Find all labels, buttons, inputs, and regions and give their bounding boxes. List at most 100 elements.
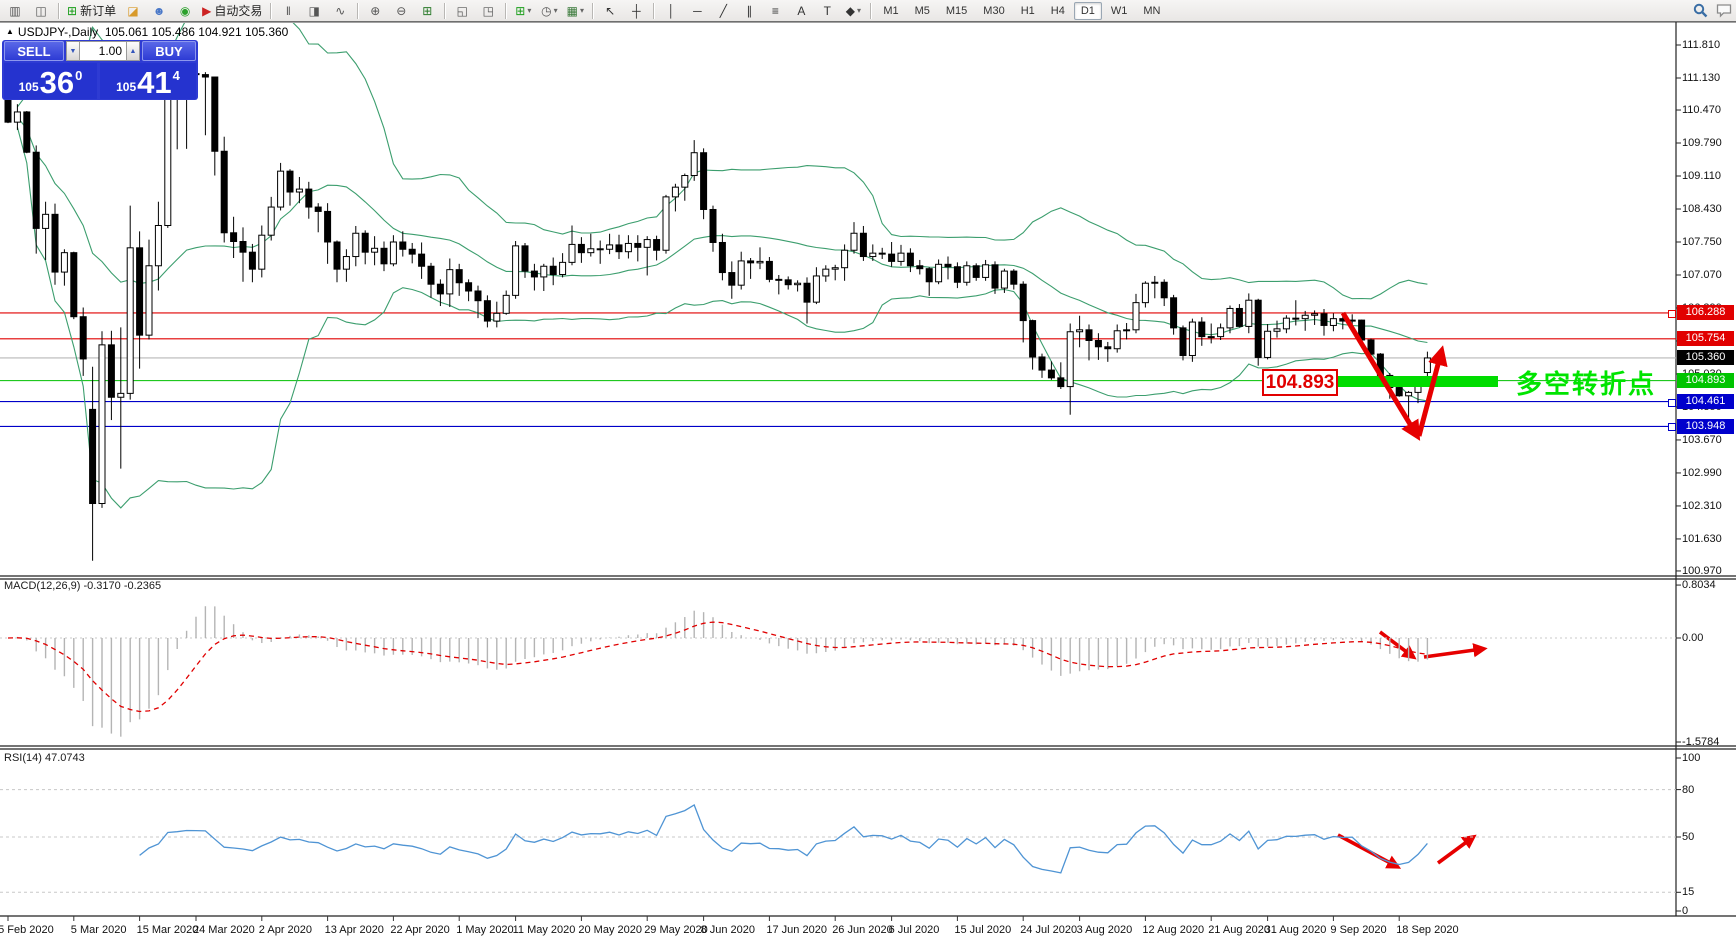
rsi-axis-tick: 80 [1682,784,1694,796]
price-annotation-box[interactable]: 104.893 [1262,369,1338,396]
pivot-zone-label[interactable]: 多空转折点 [1516,364,1656,401]
sell-price-handle: 105 [19,80,39,94]
auto-scroll-icon: ◱ [457,5,468,17]
collapse-arrow-icon[interactable]: ▲ [6,27,14,36]
period-clock-icon[interactable]: ◷▾ [537,1,561,21]
arrows-icon: ◆ [846,5,855,17]
chart-canvas[interactable] [0,0,1736,945]
horizontal-line-icon: ─ [693,5,702,17]
indicators-icon[interactable]: ▦▾ [563,1,587,21]
new-chart-icon[interactable]: ⊞▾ [511,1,535,21]
timeframe-button-m30[interactable]: M30 [976,2,1011,20]
price-line-label: 105.754 [1677,331,1734,346]
crosshair-icon[interactable]: ┼ [624,1,648,21]
zoom-out-icon[interactable]: ⊖ [389,1,413,21]
vertical-line-icon[interactable]: │ [659,1,683,21]
sell-button[interactable]: SELL [4,41,64,61]
date-axis-label: 26 Jun 2020 [832,924,893,936]
bar-chart-icon[interactable]: ǁ [276,1,300,21]
line-drag-handle[interactable] [1668,423,1676,431]
timeframe-button-h1[interactable]: H1 [1014,2,1042,20]
price-line-label: 106.288 [1677,305,1734,320]
toolbar-separator [357,3,358,19]
candlesticks [5,50,1430,561]
horizontal-line-icon[interactable]: ─ [685,1,709,21]
text-label-icon[interactable]: T [815,1,839,21]
sell-price-display[interactable]: 105 36 0 [4,63,97,99]
date-axis-label: 31 Aug 2020 [1265,924,1327,936]
volume-input[interactable] [80,41,126,61]
buy-price-main: 41 [137,69,171,97]
symbol-period-label: USDJPY-,Daily [18,25,98,39]
macd-axis-tick: 0.00 [1682,632,1703,644]
cursor-icon[interactable]: ↖ [598,1,622,21]
zoom-in-icon[interactable]: ⊕ [363,1,387,21]
trend-arrows-macd[interactable] [1380,632,1482,657]
new-order-button: ⊞ [67,5,77,17]
timeframe-button-mn[interactable]: MN [1136,2,1167,20]
buy-button[interactable]: BUY [142,41,196,61]
period-clock-icon: ◷ [541,5,551,17]
fibonacci-icon[interactable]: ≡ [763,1,787,21]
equidistant-channel-icon[interactable]: ∥ [737,1,761,21]
rsi-axis-tick: 15 [1682,886,1694,898]
eraser-icon[interactable]: ◪ [121,1,145,21]
tile-windows-icon: ⊞ [422,5,432,17]
eraser-icon: ◪ [127,5,138,17]
rsi-axis-tick: 50 [1682,831,1694,843]
price-axis-tick: 109.110 [1682,170,1721,182]
autotrade-button[interactable]: ▶自动交易 [199,1,265,21]
line-drag-handle[interactable] [1668,399,1676,407]
line-drag-handle[interactable] [1668,310,1676,318]
buy-price-pip: 4 [173,68,180,83]
date-axis-label: 25 Feb 2020 [0,924,54,936]
timeframe-button-d1[interactable]: D1 [1074,2,1102,20]
price-axis-tick: 109.790 [1682,137,1722,149]
support-contact-icon[interactable]: ☻ [147,1,171,21]
candlestick-chart-icon[interactable]: ◨ [302,1,326,21]
fibonacci-icon: ≡ [772,5,779,17]
new-order-button[interactable]: ⊞新订单 [64,1,119,21]
toolbar-separator [444,3,445,19]
charts-window-icon[interactable]: ▥ [3,1,27,21]
timeframe-button-h4[interactable]: H4 [1044,2,1072,20]
one-click-trading-panel: SELL ▼ ▲ BUY 105 36 0 105 41 4 [2,40,198,100]
pivot-zone-bar[interactable] [1338,376,1498,387]
search-icon[interactable] [1693,3,1708,18]
timeframe-button-m1[interactable]: M1 [876,2,905,20]
trading-platform-window: ▥◫⊞新订单◪☻◉▶自动交易ǁ◨∿⊕⊖⊞◱◳⊞▾◷▾▦▾↖┼│─╱∥≡AT◆▾M… [0,0,1736,945]
date-axis-label: 12 Aug 2020 [1142,924,1204,936]
trend-arrows-rsi[interactable] [1338,835,1472,866]
timeframe-button-m5[interactable]: M5 [908,2,937,20]
date-axis-label: 8 Jun 2020 [701,924,755,936]
date-axis-label: 29 May 2020 [644,924,708,936]
signals-icon[interactable]: ◉ [173,1,197,21]
volume-increase-button[interactable]: ▲ [126,41,140,61]
line-chart-icon[interactable]: ∿ [328,1,352,21]
tile-windows-icon[interactable]: ⊞ [415,1,439,21]
volume-decrease-button[interactable]: ▼ [66,41,80,61]
buy-price-display[interactable]: 105 41 4 [100,63,196,99]
timeframe-button-w1[interactable]: W1 [1104,2,1135,20]
date-axis-label: 2 Apr 2020 [259,924,312,936]
trendline-icon: ╱ [720,5,727,17]
price-line-label: 104.893 [1677,373,1734,388]
line-chart-icon: ∿ [335,5,345,17]
auto-scroll-icon[interactable]: ◱ [450,1,474,21]
arrows-icon[interactable]: ◆▾ [841,1,865,21]
new-chart-icon: ⊞ [515,5,525,17]
dropdown-caret-icon: ▾ [554,7,558,15]
timeframe-button-m15[interactable]: M15 [939,2,974,20]
macd-label: MACD(12,26,9) -0.3170 -0.2365 [4,580,161,592]
new-order-button-label: 新订单 [80,5,116,17]
trendline-icon[interactable]: ╱ [711,1,735,21]
data-window-icon[interactable]: ◫ [29,1,53,21]
price-axis-tick: 107.750 [1682,236,1722,248]
bar-chart-icon: ǁ [286,5,291,17]
macd-histogram [8,606,1427,736]
date-axis-label: 9 Sep 2020 [1330,924,1386,936]
chat-icon[interactable] [1716,3,1732,18]
chart-shift-icon[interactable]: ◳ [476,1,500,21]
text-icon[interactable]: A [789,1,813,21]
price-axis-tick: 100.970 [1682,565,1722,577]
